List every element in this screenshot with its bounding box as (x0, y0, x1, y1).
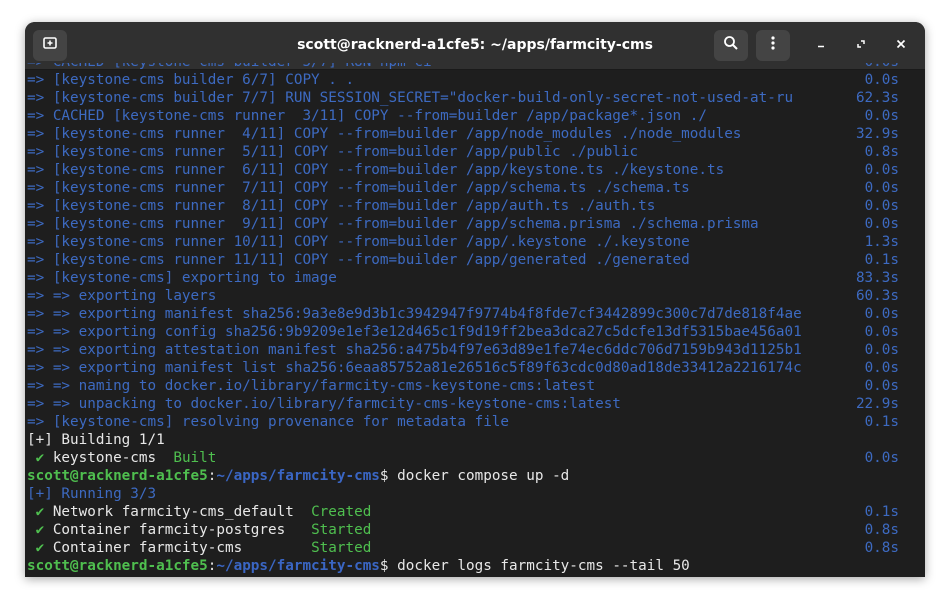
log-time: 0.0s (864, 108, 899, 124)
menu-icon (765, 35, 781, 56)
log-time: 0.0s (864, 216, 899, 232)
running-item: ✔ Container farmcity-postgres Started (35, 522, 372, 538)
running-time: 0.1s (864, 504, 899, 520)
check-icon: ✔ (35, 540, 45, 556)
log-line: => [keystone-cms runner 5/11] COPY --fro… (27, 144, 639, 160)
running-item: ✔ Network farmcity-cms_default Created (35, 504, 372, 520)
log-line: => [keystone-cms runner 4/11] COPY --fro… (27, 126, 742, 142)
prompt-user: scott@racknerd-a1cfe5 (27, 558, 208, 574)
maximize-icon (855, 37, 867, 55)
terminal-window: scott@racknerd-a1cfe5: ~/apps/farmcity-c… (25, 22, 925, 577)
prompt-path: ~/apps/farmcity-cms (216, 468, 380, 484)
window-title: scott@racknerd-a1cfe5: ~/apps/farmcity-c… (297, 37, 653, 53)
log-time: 0.1s (864, 252, 899, 268)
log-line: => [keystone-cms runner 9/11] COPY --fro… (27, 216, 759, 232)
log-time: 83.3s (855, 270, 899, 286)
search-button[interactable] (714, 30, 748, 61)
menu-button[interactable] (756, 30, 790, 61)
log-time: 60.3s (855, 288, 899, 304)
log-line: => [keystone-cms builder 6/7] COPY . . (27, 72, 355, 88)
check-icon: ✔ (35, 522, 45, 538)
log-time: 62.3s (855, 90, 899, 106)
log-time: 0.0s (864, 306, 899, 322)
search-icon (723, 35, 739, 56)
log-time: 0.0s (864, 198, 899, 214)
running-time: 0.8s (864, 540, 899, 556)
prompt-command: docker compose up -d (388, 468, 570, 484)
maximize-button[interactable] (849, 34, 873, 58)
prompt-line: scott@racknerd-a1cfe5:~/apps/farmcity-cm… (27, 468, 570, 484)
log-line: => [keystone-cms] resolving provenance f… (27, 414, 510, 430)
log-time: 0.8s (864, 144, 899, 160)
prompt-command: docker logs farmcity-cms --tail 50 (388, 558, 690, 574)
log-time: 0.0s (864, 180, 899, 196)
log-line: => [keystone-cms runner 11/11] COPY --fr… (27, 252, 690, 268)
prompt-user: scott@racknerd-a1cfe5 (27, 468, 208, 484)
service-name: keystone-cms (52, 450, 157, 466)
build-status: Built (173, 450, 217, 466)
log-time: 32.9s (855, 126, 899, 142)
prompt-line: scott@racknerd-a1cfe5:~/apps/farmcity-cm… (27, 558, 690, 574)
prompt-path: ~/apps/farmcity-cms (216, 558, 380, 574)
new-tab-button[interactable] (33, 30, 67, 61)
new-tab-icon (42, 35, 58, 56)
log-line: => => exporting manifest sha256:9a3e8e9d… (27, 306, 802, 322)
log-line: => => unpacking to docker.io/library/far… (27, 396, 621, 412)
log-time: 0.0s (864, 324, 899, 340)
log-line: => => exporting manifest list sha256:6ea… (27, 360, 802, 376)
check-icon: ✔ (35, 450, 45, 466)
log-line: => CACHED [keystone-cms builder 5/7] RUN… (27, 63, 432, 71)
log-line: => [keystone-cms runner 10/11] COPY --fr… (27, 234, 690, 250)
log-line: => [keystone-cms runner 7/11] COPY --fro… (27, 180, 690, 196)
log-time: 0.0s (865, 63, 899, 71)
minimize-icon (815, 37, 827, 55)
log-time: 0.0s (864, 360, 899, 376)
log-line: => [keystone-cms builder 7/7] RUN SESSIO… (27, 90, 794, 106)
built-line: ✔ keystone-cms Built (27, 449, 217, 467)
log-line: => => exporting config sha256:9b9209e1ef… (27, 324, 802, 340)
log-line: => => exporting attestation manifest sha… (27, 342, 802, 358)
running-item: ✔ Container farmcity-cms Started (35, 540, 372, 556)
log-time: 0.1s (864, 414, 899, 430)
check-icon: ✔ (35, 504, 45, 520)
log-time: 1.3s (864, 234, 899, 250)
log-time: 0.0s (864, 162, 899, 178)
log-time: 0.0s (864, 72, 899, 88)
close-icon (895, 37, 907, 55)
log-time: 0.0s (864, 378, 899, 394)
running-header: [+] Running 3/3 (27, 486, 157, 502)
log-time: 0.0s (864, 342, 899, 358)
terminal-output[interactable]: => CACHED [keystone-cms builder 5/7] RUN… (27, 63, 907, 577)
log-line: => [keystone-cms runner 8/11] COPY --fro… (27, 198, 656, 214)
log-line: => => naming to docker.io/library/farmci… (27, 378, 596, 394)
close-button[interactable] (889, 34, 913, 58)
running-time: 0.8s (864, 522, 899, 538)
log-line: => [keystone-cms runner 6/11] COPY --fro… (27, 162, 725, 178)
log-time: 22.9s (855, 396, 899, 412)
building-header: [+] Building 1/1 (27, 432, 165, 448)
minimize-button[interactable] (809, 34, 833, 58)
log-line: => CACHED [keystone-cms runner 3/11] COP… (27, 108, 707, 124)
log-line: => [keystone-cms] exporting to image (27, 270, 337, 286)
build-time: 0.0s (864, 450, 899, 466)
log-line: => => exporting layers (27, 288, 217, 304)
